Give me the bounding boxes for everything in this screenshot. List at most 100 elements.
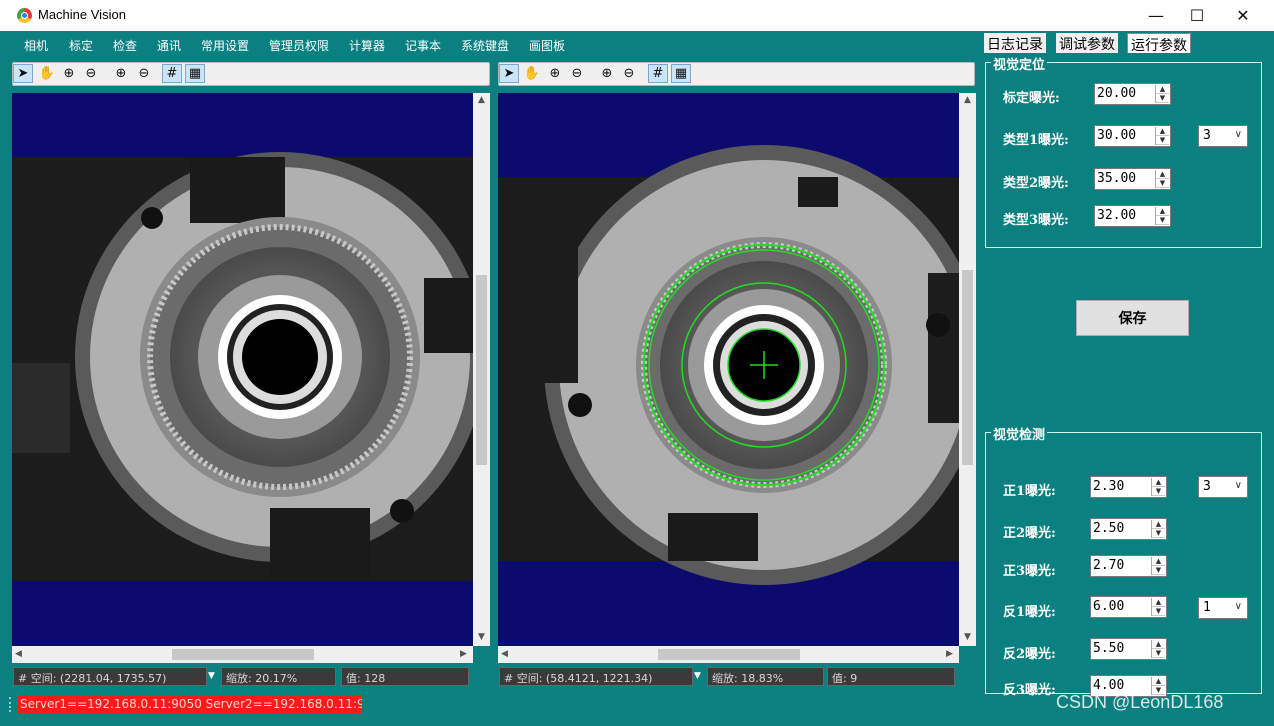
spin-value: 32.00 bbox=[1097, 208, 1137, 223]
zoom-in-icon[interactable]: ⊕ bbox=[545, 64, 565, 83]
save-button[interactable]: 保存 bbox=[1076, 300, 1189, 336]
scroll-right-icon[interactable]: ▶ bbox=[946, 649, 953, 659]
calib-exposure-label: 标定曝光: bbox=[1003, 91, 1060, 106]
spin-up-icon[interactable]: ▲ bbox=[1152, 677, 1165, 686]
right-vscroll-thumb[interactable] bbox=[962, 270, 973, 465]
spin-down-icon[interactable]: ▼ bbox=[1152, 529, 1165, 538]
back2-exposure-spinbox[interactable]: 5.50 ▲ ▼ bbox=[1090, 638, 1167, 660]
menu-common-settings[interactable]: 常用设置 bbox=[201, 37, 249, 54]
right-hscroll-thumb[interactable] bbox=[658, 649, 800, 660]
spin-down-icon[interactable]: ▼ bbox=[1156, 179, 1169, 188]
scroll-left-icon[interactable]: ◀ bbox=[501, 649, 508, 659]
chevron-down-icon: ∨ bbox=[1234, 480, 1242, 491]
spin-up-icon[interactable]: ▲ bbox=[1156, 170, 1169, 179]
menu-calculator[interactable]: 计算器 bbox=[349, 37, 385, 54]
zoom-in-icon[interactable]: ⊕ bbox=[59, 64, 79, 83]
window-title: Machine Vision bbox=[38, 7, 126, 22]
type1-exposure-spinbox[interactable]: 30.00 ▲ ▼ bbox=[1094, 125, 1171, 147]
right-zoom-readout: 缩放: 18.83% bbox=[707, 667, 824, 686]
back1-exposure-spinbox[interactable]: 6.00 ▲ ▼ bbox=[1090, 596, 1167, 618]
tab-run-params[interactable]: 运行参数 bbox=[1127, 33, 1191, 54]
scroll-right-icon[interactable]: ▶ bbox=[460, 649, 467, 659]
type2-exposure-spinbox[interactable]: 35.00 ▲ ▼ bbox=[1094, 168, 1171, 190]
spin-down-icon[interactable]: ▼ bbox=[1152, 566, 1165, 575]
chevron-down-icon: ∨ bbox=[1234, 601, 1242, 612]
spin-up-icon[interactable]: ▲ bbox=[1152, 478, 1165, 487]
title-bar bbox=[0, 0, 1274, 31]
front2-exposure-spinbox[interactable]: 2.50 ▲ ▼ bbox=[1090, 518, 1167, 540]
spin-value: 5.50 bbox=[1093, 641, 1125, 656]
spin-down-icon[interactable]: ▼ bbox=[1156, 94, 1169, 103]
zoom-fit-icon[interactable]: ⊖ bbox=[134, 64, 154, 83]
right-pixel-value: 值: 9 bbox=[827, 667, 955, 686]
coord-dropdown-icon[interactable]: ▼ bbox=[694, 671, 706, 681]
spin-down-icon[interactable]: ▼ bbox=[1152, 607, 1165, 616]
coord-dropdown-icon[interactable]: ▼ bbox=[208, 671, 220, 681]
grid-dense-icon[interactable]: ▦ bbox=[671, 64, 691, 83]
front1-exposure-spinbox[interactable]: 2.30 ▲ ▼ bbox=[1090, 476, 1167, 498]
menu-inspection[interactable]: 检查 bbox=[113, 37, 137, 54]
spin-up-icon[interactable]: ▲ bbox=[1152, 557, 1165, 566]
back2-exposure-label: 反2曝光: bbox=[1003, 647, 1056, 662]
zoom-region-icon[interactable]: ⊕ bbox=[597, 64, 617, 83]
spin-up-icon[interactable]: ▲ bbox=[1156, 207, 1169, 216]
spin-down-icon[interactable]: ▼ bbox=[1152, 649, 1165, 658]
minimize-button[interactable]: — bbox=[1133, 0, 1179, 31]
left-hscroll-thumb[interactable] bbox=[172, 649, 314, 660]
grid-icon[interactable]: # bbox=[162, 64, 182, 83]
grid-dense-icon[interactable]: ▦ bbox=[185, 64, 205, 83]
type3-exposure-spinbox[interactable]: 32.00 ▲ ▼ bbox=[1094, 205, 1171, 227]
menu-system-keyboard[interactable]: 系统键盘 bbox=[461, 37, 509, 54]
zoom-fit-icon[interactable]: ⊖ bbox=[619, 64, 639, 83]
hand-icon[interactable]: ✋ bbox=[522, 64, 542, 83]
scroll-left-icon[interactable]: ◀ bbox=[15, 649, 22, 659]
scroll-up-icon[interactable]: ▲ bbox=[959, 95, 976, 105]
zoom-out-icon[interactable]: ⊖ bbox=[81, 64, 101, 83]
menu-admin-permissions[interactable]: 管理员权限 bbox=[269, 37, 329, 54]
back1-select[interactable]: 1 ∨ bbox=[1198, 597, 1248, 619]
visual-positioning-title: 视觉定位 bbox=[991, 54, 1048, 73]
menu-camera[interactable]: 相机 bbox=[24, 37, 48, 54]
maximize-button[interactable]: ☐ bbox=[1174, 0, 1220, 31]
left-part-image bbox=[12, 152, 485, 581]
scroll-down-icon[interactable]: ▼ bbox=[473, 632, 490, 642]
zoom-out-icon[interactable]: ⊖ bbox=[567, 64, 587, 83]
spin-up-icon[interactable]: ▲ bbox=[1152, 640, 1165, 649]
left-coord-readout: # 空间: (2281.04, 1735.57) bbox=[13, 667, 207, 686]
calib-exposure-spinbox[interactable]: 20.00 ▲ ▼ bbox=[1094, 83, 1171, 105]
server-status-bar: Server1==192.168.0.11:9050 Server2==192.… bbox=[17, 695, 362, 714]
spin-up-icon[interactable]: ▲ bbox=[1152, 598, 1165, 607]
grid-icon[interactable]: # bbox=[648, 64, 668, 83]
zoom-region-icon[interactable]: ⊕ bbox=[111, 64, 131, 83]
close-button[interactable]: ✕ bbox=[1220, 0, 1266, 31]
spin-down-icon[interactable]: ▼ bbox=[1156, 216, 1169, 225]
spin-value: 4.00 bbox=[1093, 678, 1125, 693]
spin-value: 35.00 bbox=[1097, 171, 1137, 186]
type1-select[interactable]: 3 ∨ bbox=[1198, 125, 1248, 147]
left-image-viewer[interactable] bbox=[12, 93, 485, 646]
chevron-down-icon: ∨ bbox=[1234, 129, 1242, 140]
scroll-down-icon[interactable]: ▼ bbox=[959, 632, 976, 642]
hand-icon[interactable]: ✋ bbox=[37, 64, 57, 83]
type1-exposure-label: 类型1曝光: bbox=[1003, 133, 1069, 148]
spin-down-icon[interactable]: ▼ bbox=[1152, 487, 1165, 496]
pointer-icon[interactable]: ➤ bbox=[13, 64, 33, 83]
menu-notepad[interactable]: 记事本 bbox=[405, 37, 441, 54]
menu-calibration[interactable]: 标定 bbox=[69, 37, 93, 54]
tab-log[interactable]: 日志记录 bbox=[984, 33, 1046, 53]
spin-value: 2.30 bbox=[1093, 479, 1125, 494]
spin-up-icon[interactable]: ▲ bbox=[1152, 520, 1165, 529]
pointer-icon[interactable]: ➤ bbox=[499, 64, 519, 83]
front1-select[interactable]: 3 ∨ bbox=[1198, 476, 1248, 498]
spin-down-icon[interactable]: ▼ bbox=[1156, 136, 1169, 145]
spin-up-icon[interactable]: ▲ bbox=[1156, 127, 1169, 136]
left-vscroll-thumb[interactable] bbox=[476, 275, 487, 465]
spin-up-icon[interactable]: ▲ bbox=[1156, 85, 1169, 94]
back3-exposure-label: 反3曝光: bbox=[1003, 683, 1056, 698]
scroll-up-icon[interactable]: ▲ bbox=[473, 95, 490, 105]
menu-communication[interactable]: 通讯 bbox=[157, 37, 181, 54]
tab-debug-params[interactable]: 调试参数 bbox=[1056, 33, 1118, 53]
menu-paint[interactable]: 画图板 bbox=[529, 37, 565, 54]
front3-exposure-spinbox[interactable]: 2.70 ▲ ▼ bbox=[1090, 555, 1167, 577]
right-image-viewer[interactable] bbox=[498, 93, 984, 646]
